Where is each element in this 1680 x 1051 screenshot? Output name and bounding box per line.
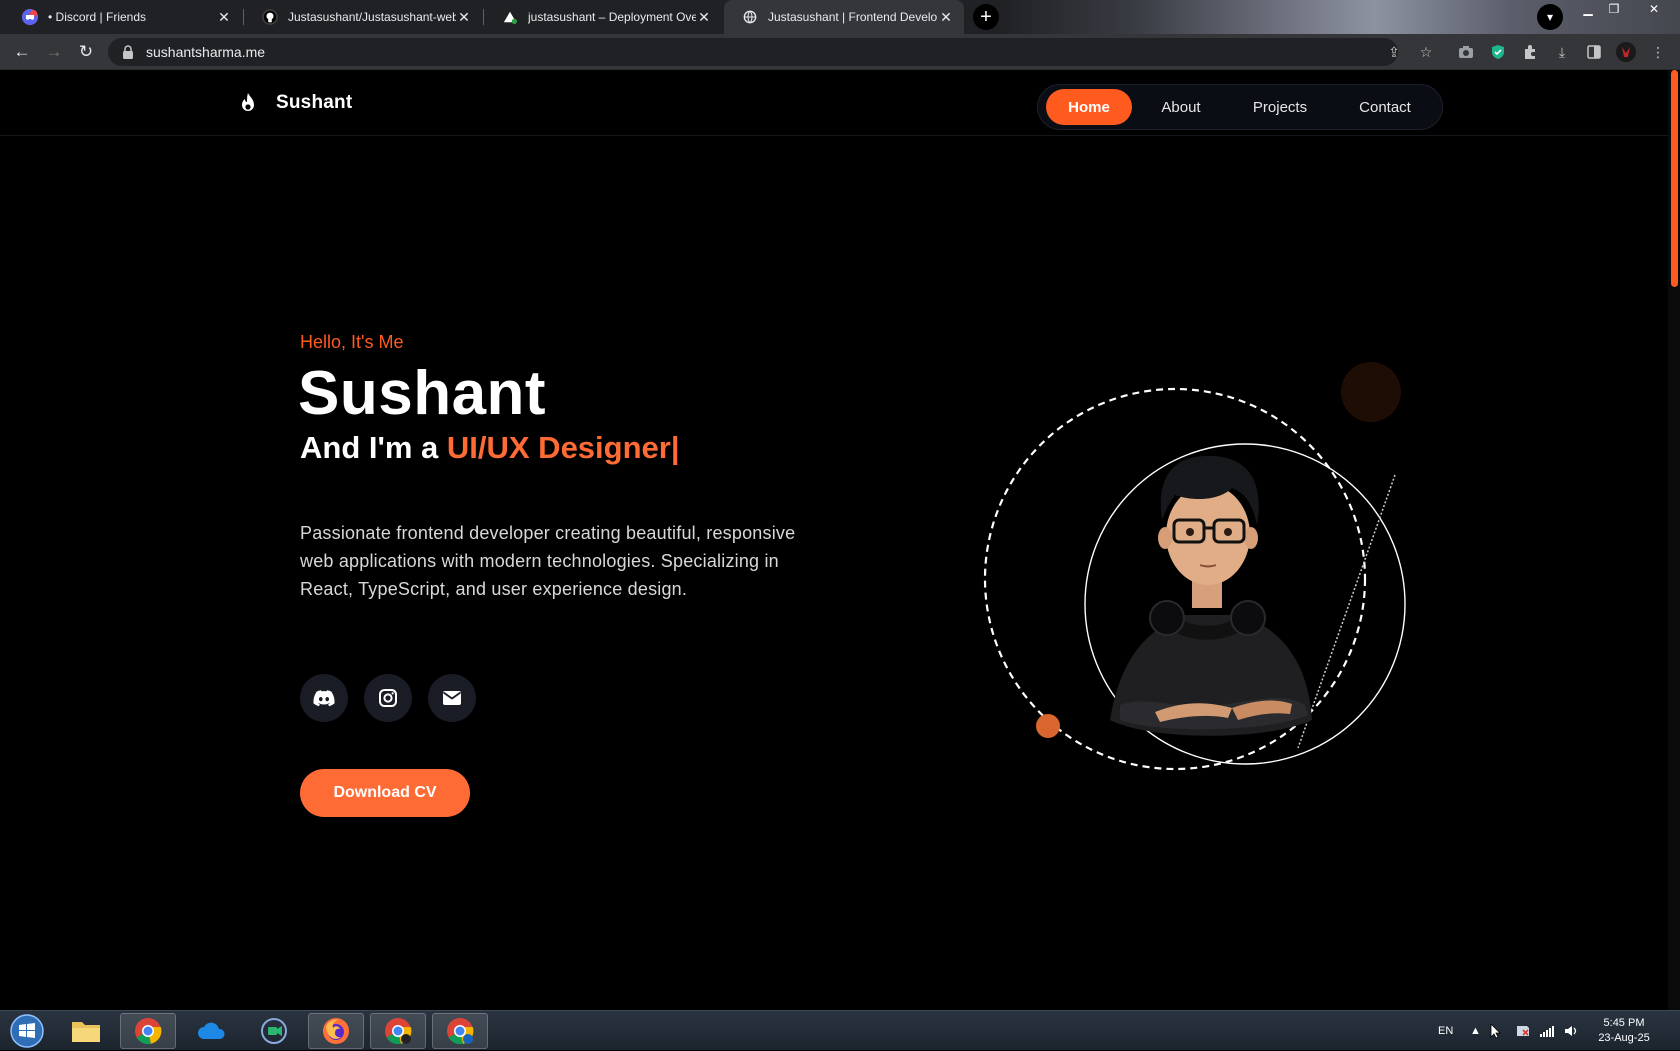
side-panel-icon[interactable] <box>1584 42 1604 62</box>
nav-about[interactable]: About <box>1132 89 1230 125</box>
discord-icon <box>313 690 335 707</box>
brand-name: Sushant <box>276 92 353 113</box>
scrollbar-thumb[interactable] <box>1671 70 1678 287</box>
nav-contact[interactable]: Contact <box>1330 89 1440 125</box>
taskbar-file-explorer[interactable] <box>58 1013 114 1049</box>
tab-title: Justasushant/Justasushant-web: <box>288 10 456 24</box>
forward-icon[interactable]: → <box>42 41 66 63</box>
menu-kebab-icon[interactable]: ⋮ <box>1648 42 1668 62</box>
taskbar-chrome-profile-2[interactable] <box>432 1013 488 1049</box>
portfolio-page: Sushant Home About Projects Contact Hell… <box>0 70 1680 1010</box>
bookmark-star-icon[interactable]: ☆ <box>1416 42 1436 62</box>
network-icon[interactable] <box>1540 1011 1554 1051</box>
email-link[interactable] <box>428 674 476 722</box>
chrome-icon <box>385 1018 412 1045</box>
clock-date: 23-Aug-25 <box>1598 1032 1650 1044</box>
taskbar-chrome[interactable] <box>120 1013 176 1049</box>
taskbar-firefox[interactable] <box>308 1013 364 1049</box>
tab-search-button[interactable]: ▾ <box>1537 4 1563 30</box>
globe-favicon-icon <box>742 9 758 25</box>
tab-title: justasushant – Deployment Overv <box>528 10 696 24</box>
taskbar-clock[interactable]: 5:45 PM 23-Aug-25 <box>1584 1016 1664 1046</box>
tab-title: • Discord | Friends <box>48 10 147 24</box>
taskbar-chrome-profile-1[interactable] <box>370 1013 426 1049</box>
tab-portfolio[interactable]: Justasushant | Frontend Develope ✕ <box>724 0 964 34</box>
action-center-icon[interactable] <box>1516 1011 1530 1051</box>
chrome-icon <box>447 1018 474 1045</box>
volume-icon[interactable] <box>1564 1011 1578 1051</box>
profile-avatar-icon[interactable] <box>1616 42 1636 62</box>
hero-description: Passionate frontend developer creating b… <box>300 523 796 599</box>
reload-icon[interactable]: ↻ <box>74 41 98 63</box>
discord-favicon-icon <box>22 9 38 25</box>
brand-logo[interactable]: Sushant <box>238 92 352 114</box>
site-header: Sushant Home About Projects Contact <box>0 70 1668 136</box>
discord-link[interactable] <box>300 674 348 722</box>
social-links <box>300 674 476 722</box>
tab-close-icon[interactable]: ✕ <box>938 9 954 26</box>
hero-name: Sushant <box>298 359 547 428</box>
plus-icon: + <box>980 5 992 28</box>
download-icon[interactable]: ⤓ <box>1552 42 1572 62</box>
instagram-link[interactable] <box>364 674 412 722</box>
folder-icon <box>72 1022 100 1042</box>
tab-close-icon[interactable]: ✕ <box>696 9 712 26</box>
shield-extension-icon[interactable] <box>1488 42 1508 62</box>
tab-github[interactable]: Justasushant/Justasushant-web: ✕ <box>244 0 482 34</box>
browser-toolbar: ← → ↻ sushantsharma.me ⇪ ☆ ⤓ ⋮ <box>0 34 1680 70</box>
hero-greeting: Hello, It's Me <box>300 332 404 352</box>
cloud-icon <box>198 1022 225 1039</box>
tab-close-icon[interactable]: ✕ <box>456 9 472 26</box>
back-icon[interactable]: ← <box>10 41 34 63</box>
chrome-icon <box>135 1018 162 1045</box>
os-taskbar: EN ▲ 5:45 PM 23-Aug-25 <box>0 1010 1680 1050</box>
start-button[interactable] <box>6 1013 48 1049</box>
taskbar-meet[interactable] <box>246 1013 302 1049</box>
tab-title: Justasushant | Frontend Develope <box>768 10 938 24</box>
flame-icon <box>242 93 254 111</box>
language-indicator[interactable]: EN <box>1438 1011 1453 1051</box>
hero-role: And I'm a UI/UX Designer| <box>300 430 680 466</box>
decor-glow-dot <box>1341 362 1401 422</box>
role-highlight: UI/UX Designer| <box>446 430 680 465</box>
address-bar[interactable]: sushantsharma.me <box>108 38 1398 66</box>
lock-icon <box>123 45 133 59</box>
url-text: sushantsharma.me <box>146 44 266 60</box>
page-scrollbar[interactable] <box>1668 70 1680 1010</box>
tray-expand-icon[interactable]: ▲ <box>1470 1011 1481 1051</box>
role-prefix: And I'm a <box>300 430 447 465</box>
main-nav: Home About Projects Contact <box>1037 84 1443 130</box>
browser-tab-bar: • Discord | Friends ✕ Justasushant/Justa… <box>0 0 1680 34</box>
video-call-icon <box>261 1018 287 1044</box>
close-window-button[interactable]: ✕ <box>1642 0 1666 18</box>
nav-projects[interactable]: Projects <box>1230 89 1330 125</box>
tab-vercel[interactable]: justasushant – Deployment Overv ✕ <box>484 0 722 34</box>
decor-dotted-line <box>1297 474 1396 749</box>
tab-discord[interactable]: • Discord | Friends ✕ <box>4 0 242 34</box>
share-icon[interactable]: ⇪ <box>1384 42 1404 62</box>
download-cv-button[interactable]: Download CV <box>300 769 470 817</box>
mouse-cursor-icon <box>1490 1011 1502 1051</box>
orbit-dot <box>1036 714 1060 738</box>
windows-start-icon <box>10 1014 44 1048</box>
camera-extension-icon[interactable] <box>1456 42 1476 62</box>
tab-close-icon[interactable]: ✕ <box>216 9 232 26</box>
nav-home[interactable]: Home <box>1046 89 1132 125</box>
taskbar-onedrive[interactable] <box>184 1013 240 1049</box>
restore-button[interactable]: ❐ <box>1602 0 1626 18</box>
new-tab-button[interactable]: + <box>973 4 999 30</box>
github-favicon-icon <box>262 9 278 25</box>
extensions-puzzle-icon[interactable] <box>1520 42 1540 62</box>
clock-time: 5:45 PM <box>1603 1017 1645 1029</box>
instagram-icon <box>379 689 397 707</box>
chevron-down-icon: ▾ <box>1546 10 1554 24</box>
hero-avatar-illustration <box>983 362 1406 771</box>
mail-icon <box>442 691 462 705</box>
minimize-button[interactable]: ▁ <box>1576 0 1600 18</box>
firefox-icon <box>323 1018 349 1044</box>
avatar-character <box>1110 455 1312 736</box>
vercel-favicon-icon <box>502 9 518 25</box>
